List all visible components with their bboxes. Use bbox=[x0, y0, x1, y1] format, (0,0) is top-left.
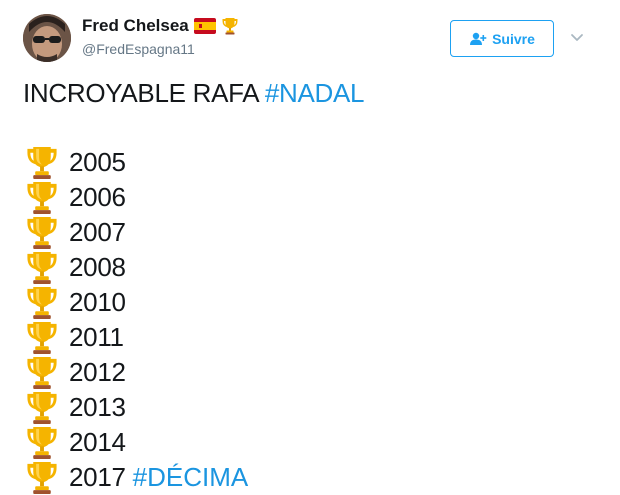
trophy-year: 2008 bbox=[69, 252, 126, 282]
trophy-year-row: 2017 #DÉCIMA bbox=[24, 460, 248, 495]
trophy-year: 2006 bbox=[69, 182, 126, 212]
trophy-year: 2007 bbox=[69, 217, 126, 247]
trophy-icon bbox=[221, 17, 239, 35]
tweet-card: Fred Chelsea @FredEspagna11 Suivre INCRO… bbox=[0, 0, 620, 495]
trophy-icon bbox=[24, 250, 60, 285]
author-name-row: Fred Chelsea bbox=[82, 16, 239, 36]
trophy-year: 2017 bbox=[69, 462, 126, 492]
author-display-name[interactable]: Fred Chelsea bbox=[82, 16, 189, 36]
headline-text: INCROYABLE RAFA bbox=[23, 78, 258, 108]
trophy-year-row: 2008 bbox=[24, 250, 248, 285]
trophy-year: 2010 bbox=[69, 287, 126, 317]
trophy-icon bbox=[24, 180, 60, 215]
spain-flag-icon bbox=[193, 18, 216, 34]
add-user-icon bbox=[469, 32, 487, 46]
trophy-year: 2014 bbox=[69, 427, 126, 457]
trophy-icon bbox=[24, 145, 60, 180]
trophy-year-row: 2006 bbox=[24, 180, 248, 215]
trophy-icon bbox=[24, 355, 60, 390]
trophy-year-row: 2010 bbox=[24, 285, 248, 320]
hashtag-link[interactable]: #NADAL bbox=[265, 78, 365, 108]
trophy-year-row: 2013 bbox=[24, 390, 248, 425]
trophy-year-row: 2012 bbox=[24, 355, 248, 390]
trophy-icon bbox=[24, 320, 60, 355]
trophy-year-row: 2011 bbox=[24, 320, 248, 355]
author-handle[interactable]: @FredEspagna11 bbox=[82, 41, 195, 57]
trophy-icon bbox=[24, 460, 60, 495]
follow-button[interactable]: Suivre bbox=[450, 20, 554, 57]
trophy-icon bbox=[24, 425, 60, 460]
chevron-down-icon[interactable] bbox=[570, 33, 584, 43]
trophy-year-row: 2014 bbox=[24, 425, 248, 460]
trophy-year: 2011 bbox=[69, 322, 124, 352]
follow-button-label: Suivre bbox=[492, 30, 535, 47]
trophy-year-row: 2005 bbox=[24, 145, 248, 180]
trophy-year: 2005 bbox=[69, 147, 126, 177]
hashtag-link[interactable]: #DÉCIMA bbox=[133, 462, 249, 493]
tweet-headline: INCROYABLE RAFA #NADAL bbox=[23, 78, 364, 109]
trophy-year: 2012 bbox=[69, 357, 126, 387]
avatar[interactable] bbox=[23, 14, 71, 62]
trophy-year: 2013 bbox=[69, 392, 126, 422]
trophy-icon bbox=[24, 390, 60, 425]
trophy-icon bbox=[24, 215, 60, 250]
trophy-year-list: 2005 2006 2007 2008 2010 2011 2012 2013 2014 2017… bbox=[24, 145, 248, 495]
trophy-icon bbox=[24, 285, 60, 320]
trophy-year-row: 2007 bbox=[24, 215, 248, 250]
